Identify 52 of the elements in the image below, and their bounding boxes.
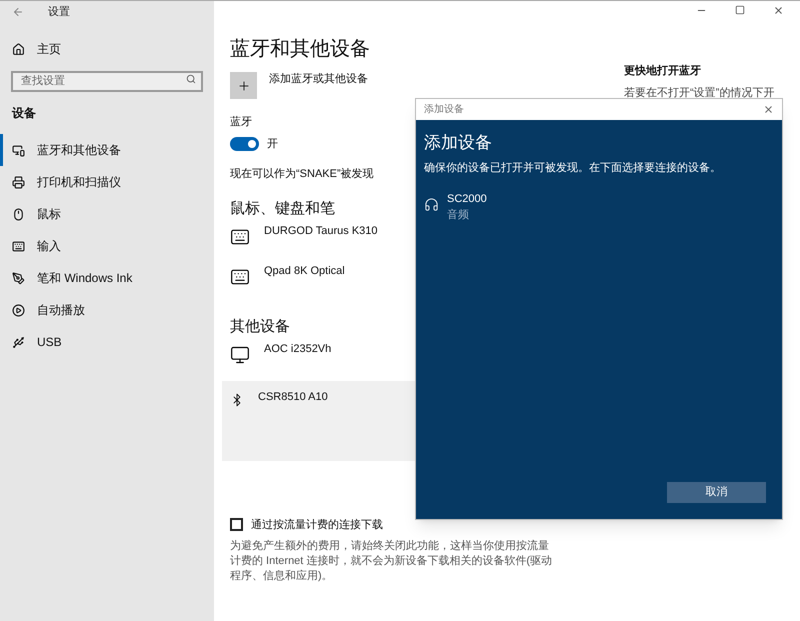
close-icon[interactable] [763, 104, 774, 115]
search-icon [186, 74, 196, 84]
group-heading: 其他设备 [230, 316, 290, 336]
bluetooth-label: 蓝牙 [230, 115, 253, 130]
dialog-title: 添加设备 [424, 102, 464, 117]
devices-icon [12, 144, 25, 156]
dialog-instructions: 确保你的设备已打开并可被发现。在下面选择要连接的设备。 [424, 160, 722, 176]
search-field[interactable]: 查找设置 [11, 70, 203, 92]
found-device[interactable]: SC2000 音频 [424, 188, 774, 226]
device-item[interactable]: DURGOD Taurus K310 [222, 218, 417, 258]
device-item[interactable]: AOC i2352Vh [222, 336, 417, 376]
dialog-heading: 添加设备 [424, 132, 493, 154]
sidebar-item[interactable]: 打印机和扫描仪 [0, 166, 214, 198]
cancel-button[interactable]: 取消 [667, 482, 766, 503]
window-title: 设置 [48, 4, 70, 20]
discoverable-text: 现在可以作为“SNAKE”被发现 [230, 167, 374, 182]
plus-icon [236, 78, 250, 92]
device-item[interactable]: Qpad 8K Optical [222, 258, 417, 298]
mouse-icon [12, 208, 25, 220]
metered-checkbox[interactable] [230, 518, 243, 532]
side-text: 若要在不打开“设置”的情况下开 [624, 86, 774, 100]
headset-icon [424, 196, 439, 212]
device-type: 音频 [447, 208, 470, 223]
sidebar-item[interactable]: 自动播放 [0, 294, 214, 326]
section-heading: 设备 [10, 105, 37, 122]
metered-description: 为避免产生额外的费用，请始终关闭此功能，这样当你使用按流量 计费的 Internet 连接时，就不会为新设备下载相关的设备软件(驱动 程序、信息和应用)。 [230, 539, 554, 584]
side-heading: 更快地打开蓝牙 [624, 64, 702, 79]
maximize-icon[interactable] [735, 5, 745, 15]
keyboard-icon [12, 240, 25, 252]
usb-icon [12, 336, 25, 348]
toggle-state: 开 [267, 136, 278, 152]
home-icon [12, 42, 25, 56]
sidebar-item[interactable]: 蓝牙和其他设备 [0, 134, 214, 166]
back-icon[interactable] [12, 6, 24, 18]
close-icon[interactable] [773, 5, 784, 16]
page-title: 蓝牙和其他设备 [230, 37, 371, 62]
bluetooth-toggle[interactable] [230, 136, 259, 151]
play-circle-icon [12, 304, 25, 316]
printer-icon [12, 176, 25, 188]
sidebar-item[interactable]: USB [0, 326, 214, 358]
group-heading: 鼠标、键盘和笔 [230, 198, 335, 218]
device-name: SC2000 [447, 192, 487, 206]
checkbox-label: 通过按流量计费的连接下载 [251, 518, 383, 532]
home-link[interactable]: 主页 [0, 38, 214, 60]
sidebar-item[interactable]: 输入 [0, 230, 214, 262]
monitor-icon [230, 344, 250, 364]
add-device-label[interactable]: 添加蓝牙或其他设备 [269, 71, 368, 88]
pen-icon [12, 272, 25, 284]
device-item[interactable]: CSR8510 A10 [222, 380, 417, 460]
sidebar-item[interactable]: 笔和 Windows Ink [0, 262, 214, 294]
sidebar-item[interactable]: 鼠标 [0, 198, 214, 230]
add-device-button[interactable] [230, 72, 257, 99]
